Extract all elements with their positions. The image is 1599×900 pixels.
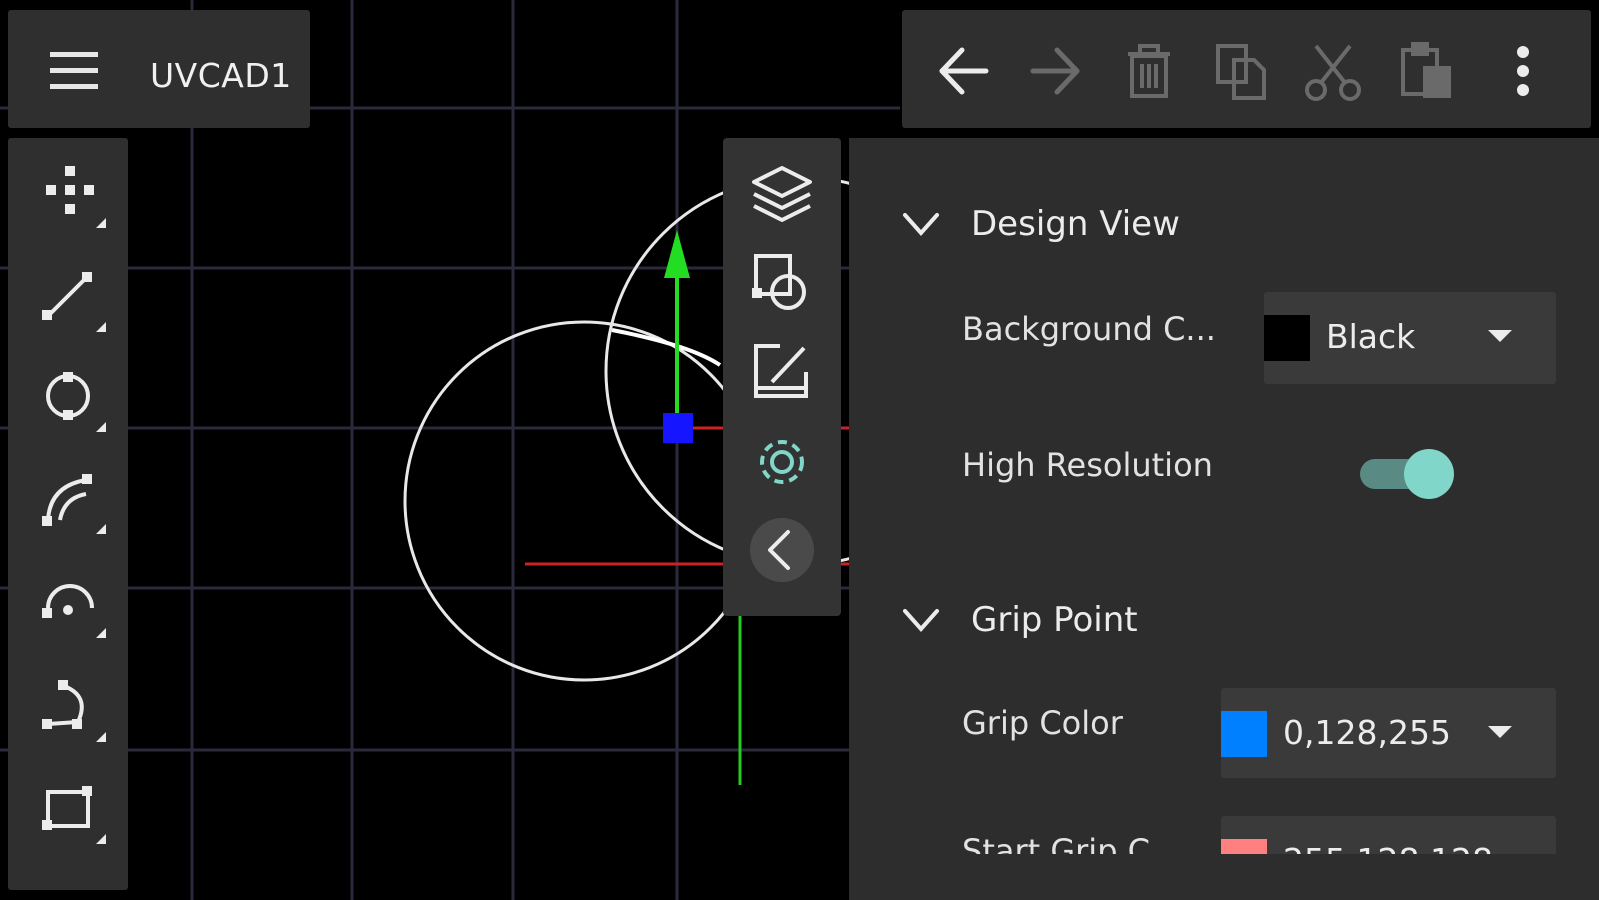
rectangle-icon[interactable] bbox=[38, 778, 108, 848]
arc-segment[interactable] bbox=[611, 328, 722, 367]
settings-panel: Design View Background C... Black High R… bbox=[849, 138, 1599, 900]
high-resolution-toggle[interactable] bbox=[1360, 446, 1454, 502]
rotate-icon[interactable] bbox=[38, 572, 108, 642]
copy-icon[interactable] bbox=[1210, 40, 1272, 102]
chevron-down-icon bbox=[901, 604, 941, 634]
design-view-title: Design View bbox=[971, 204, 1180, 244]
background-color-label: Background C... bbox=[962, 310, 1216, 348]
grip-color-swatch bbox=[1221, 711, 1267, 757]
back-icon[interactable] bbox=[932, 40, 994, 102]
delete-icon[interactable] bbox=[1118, 40, 1180, 102]
top-toolbar bbox=[902, 10, 1591, 128]
grip-color-value: 0,128,255 bbox=[1283, 713, 1451, 752]
collapse-icon[interactable] bbox=[748, 516, 816, 584]
grip-point-title: Grip Point bbox=[971, 600, 1138, 640]
move-icon[interactable] bbox=[38, 162, 108, 232]
side-toolbar bbox=[723, 138, 841, 616]
start-grip-color-label: Start Grip C... bbox=[962, 832, 1181, 854]
y-axis-arrow bbox=[664, 230, 690, 278]
left-toolbar bbox=[8, 138, 128, 890]
background-color-value: Black bbox=[1326, 317, 1416, 356]
menu-icon[interactable] bbox=[44, 46, 104, 96]
title-bar: UVCAD1 bbox=[8, 10, 310, 128]
app-title: UVCAD1 bbox=[150, 56, 292, 95]
high-resolution-label: High Resolution bbox=[962, 446, 1213, 484]
start-grip-color-value: 255,128,128 bbox=[1283, 841, 1493, 854]
dropdown-arrow-icon bbox=[1488, 330, 1512, 342]
dropdown-arrow-icon bbox=[1488, 726, 1512, 738]
grip-color-label: Grip Color bbox=[962, 704, 1123, 742]
polyline-icon[interactable] bbox=[38, 676, 108, 746]
origin-grip[interactable] bbox=[663, 413, 693, 443]
shape-select-icon[interactable] bbox=[748, 250, 816, 318]
chevron-down-icon bbox=[901, 208, 941, 238]
circle-shape[interactable] bbox=[403, 320, 765, 682]
cut-icon[interactable] bbox=[1302, 40, 1364, 102]
start-grip-color-swatch bbox=[1221, 839, 1267, 854]
circle-icon[interactable] bbox=[38, 366, 108, 436]
settings-icon[interactable] bbox=[748, 428, 816, 496]
grip-color-dropdown[interactable]: 0,128,255 bbox=[1221, 688, 1556, 778]
background-color-dropdown[interactable]: Black bbox=[1264, 292, 1556, 384]
arc-icon[interactable] bbox=[38, 468, 108, 538]
layers-icon[interactable] bbox=[748, 162, 816, 230]
start-grip-row-clip: Start Grip C... 255,128,128 bbox=[849, 804, 1599, 854]
paste-icon[interactable] bbox=[1395, 40, 1457, 102]
toggle-thumb bbox=[1404, 449, 1454, 499]
edit-icon[interactable] bbox=[748, 338, 816, 406]
more-icon[interactable] bbox=[1492, 40, 1554, 102]
forward-icon[interactable] bbox=[1025, 40, 1087, 102]
line-icon[interactable] bbox=[38, 266, 108, 336]
background-color-swatch bbox=[1264, 315, 1310, 361]
start-grip-color-dropdown[interactable]: 255,128,128 bbox=[1221, 816, 1556, 854]
